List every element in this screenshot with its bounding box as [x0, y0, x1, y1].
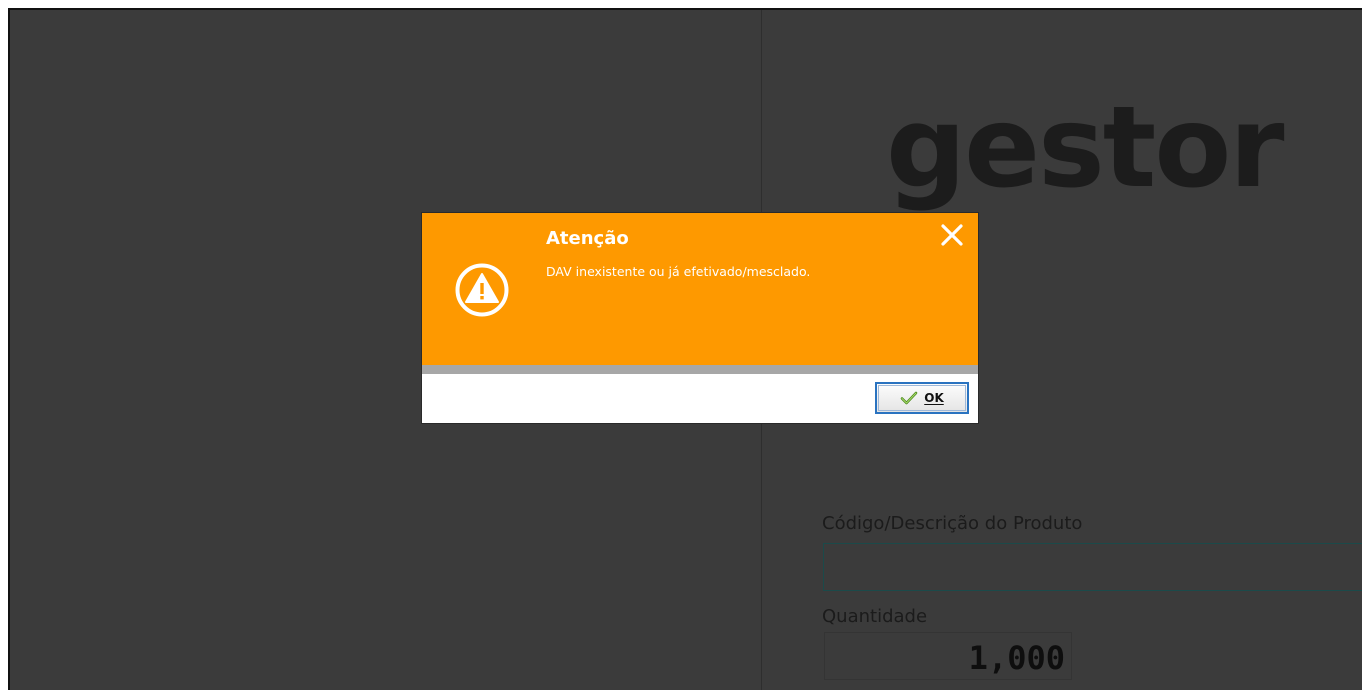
close-icon[interactable]: [936, 219, 968, 251]
dialog-header: Atenção DAV inexistente ou já efetivado/…: [422, 213, 978, 365]
warning-icon: [455, 263, 509, 317]
check-icon: [900, 391, 918, 405]
brand-logo-text: gestor: [886, 83, 1285, 213]
dialog-message: DAV inexistente ou já efetivado/mesclado…: [546, 264, 811, 279]
dialog-separator: [422, 365, 978, 374]
ok-button-label: OK: [924, 391, 944, 405]
product-search-input[interactable]: [823, 543, 1362, 591]
ok-button[interactable]: OK: [875, 382, 969, 414]
quantity-field[interactable]: 1,000: [824, 632, 1072, 680]
product-field-label: Código/Descrição do Produto: [822, 513, 1083, 534]
quantity-value: 1,000: [968, 639, 1065, 677]
dialog-title: Atenção: [546, 228, 629, 249]
alert-dialog: Atenção DAV inexistente ou já efetivado/…: [422, 213, 978, 423]
ok-button-focus-ring: [878, 385, 966, 411]
quantity-label: Quantidade: [822, 606, 928, 627]
